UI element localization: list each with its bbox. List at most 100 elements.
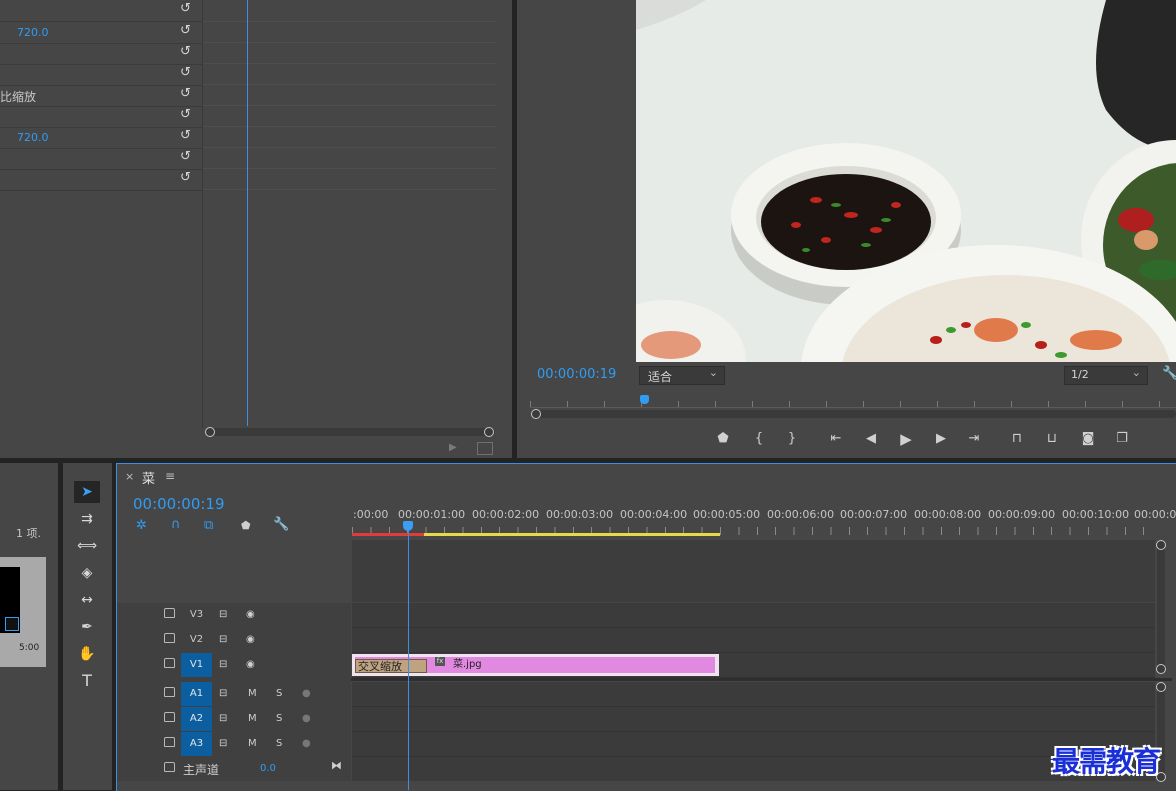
program-mini-ruler[interactable] [530, 397, 1176, 408]
effect-properties-column: ↺ 720.0 ↺ ↺ ↺ 比缩放 ↺ ↺ 720.0 ↺ ↺ ↺ [0, 0, 203, 428]
track-target-a1[interactable]: A1 [181, 682, 212, 706]
reset-icon[interactable]: ↺ [180, 86, 194, 101]
effect-playhead-line[interactable] [247, 0, 248, 426]
mute-button[interactable]: M [248, 732, 257, 756]
add-marker-icon[interactable]: ⬟ [714, 431, 732, 447]
menu-icon[interactable]: ≡ [165, 469, 175, 483]
lock-icon[interactable] [164, 712, 175, 722]
lock-icon[interactable] [164, 658, 175, 668]
razor-tool-icon[interactable]: ◈ [74, 562, 100, 584]
play-icon[interactable]: ▶ [897, 431, 915, 447]
keyframe-zoom-scrollbar[interactable] [205, 427, 495, 437]
fit-dropdown[interactable]: 适合 ⌄ [639, 366, 725, 385]
mute-button[interactable]: M [248, 707, 257, 731]
export-icon[interactable] [477, 442, 493, 455]
timeline-playhead-line[interactable] [408, 530, 409, 790]
track-lane-v3[interactable] [352, 603, 1155, 628]
ripple-edit-tool-icon[interactable]: ⟺ [74, 535, 100, 557]
sync-lock-icon[interactable]: ⊟ [219, 653, 227, 677]
go-to-end-icon[interactable]: ⧓ [331, 759, 342, 772]
reset-icon[interactable]: ↺ [180, 170, 194, 185]
sync-lock-icon[interactable]: ⊟ [219, 732, 227, 756]
step-forward-icon[interactable]: ▶ [932, 431, 950, 447]
resolution-dropdown[interactable]: 1/2 ⌄ [1064, 366, 1148, 385]
solo-button[interactable]: S [276, 707, 282, 731]
eye-icon[interactable]: ◉ [246, 653, 255, 677]
reset-icon[interactable]: ↺ [180, 1, 194, 16]
solo-button[interactable]: S [276, 682, 282, 706]
play-audio-icon[interactable]: ▶ [449, 442, 463, 453]
track-select-tool-icon[interactable]: ⇉ [74, 508, 100, 530]
scroll-handle-left[interactable] [531, 409, 541, 419]
effect-value[interactable]: 720.0 [17, 131, 49, 144]
reset-icon[interactable]: ↺ [180, 44, 194, 59]
wrench-icon[interactable]: 🔧 [273, 517, 289, 532]
lock-icon[interactable] [164, 687, 175, 697]
scroll-handle-left[interactable] [205, 427, 215, 437]
lock-icon[interactable] [164, 762, 175, 772]
master-volume-value[interactable]: 0.0 [260, 763, 276, 774]
microphone-icon[interactable]: ● [302, 707, 311, 731]
lock-icon[interactable] [164, 737, 175, 747]
track-lane-a3[interactable] [352, 732, 1155, 757]
lock-icon[interactable] [164, 633, 175, 643]
video-scrollbar[interactable] [1156, 540, 1166, 674]
solo-button[interactable]: S [276, 732, 282, 756]
wrench-icon[interactable]: 🔧 [1162, 366, 1176, 382]
transition-cross-zoom[interactable]: 交叉缩放 [355, 659, 427, 673]
scroll-handle-right[interactable] [484, 427, 494, 437]
type-tool-icon[interactable]: T [74, 670, 100, 692]
timeline-timecode[interactable]: 00:00:00:19 [133, 495, 225, 513]
insert-edit-icon[interactable]: ⧉ [204, 518, 213, 533]
program-timecode[interactable]: 00:00:00:19 [537, 367, 616, 382]
track-lane-a1[interactable] [352, 682, 1155, 707]
lock-icon[interactable] [164, 608, 175, 618]
track-lane-v2[interactable] [352, 628, 1155, 653]
add-marker-icon[interactable]: ⬟ [241, 519, 251, 532]
hand-tool-icon[interactable]: ✋ [74, 643, 100, 665]
slip-tool-icon[interactable]: ↔ [74, 589, 100, 611]
project-thumbnail[interactable]: 5:00 [0, 557, 46, 667]
reset-icon[interactable]: ↺ [180, 128, 194, 143]
step-back-icon[interactable]: ◀ [862, 431, 880, 447]
reset-icon[interactable]: ↺ [180, 65, 194, 80]
timeline-playhead-handle[interactable] [403, 521, 413, 531]
program-playhead[interactable] [640, 395, 649, 404]
reset-icon[interactable]: ↺ [180, 23, 194, 38]
go-to-out-icon[interactable]: ⇥ [965, 431, 983, 447]
effect-value[interactable]: 720.0 [17, 26, 49, 39]
track-target-v2[interactable]: V2 [181, 628, 212, 652]
close-icon[interactable]: × [125, 470, 134, 483]
track-target-v1[interactable]: V1 [181, 653, 212, 677]
sync-lock-icon[interactable]: ⊟ [219, 603, 227, 627]
program-zoom-bar[interactable] [531, 409, 1176, 419]
ruler-label: 00:00:04:00 [620, 508, 688, 521]
mute-button[interactable]: M [248, 682, 257, 706]
linked-selection-icon[interactable]: ∩ [171, 517, 181, 532]
pen-tool-icon[interactable]: ✒ [74, 616, 100, 638]
eye-icon[interactable]: ◉ [246, 603, 255, 627]
mark-out-icon[interactable]: } [783, 431, 801, 447]
camera-icon[interactable]: ◙ [1079, 431, 1097, 447]
track-target-a2[interactable]: A2 [181, 707, 212, 731]
track-target-a3[interactable]: A3 [181, 732, 212, 756]
compare-view-icon[interactable]: ❐ [1113, 431, 1131, 447]
selection-tool-icon[interactable]: ➤ [74, 481, 100, 503]
ruler-label: 00:00:09:00 [988, 508, 1056, 521]
sync-lock-icon[interactable]: ⊟ [219, 682, 227, 706]
go-to-in-icon[interactable]: ⇤ [827, 431, 845, 447]
reset-icon[interactable]: ↺ [180, 149, 194, 164]
extract-icon[interactable]: ⊔ [1043, 431, 1061, 447]
sequence-tab[interactable]: 菜 [142, 468, 155, 487]
snap-icon[interactable]: ✲ [136, 518, 147, 533]
sync-lock-icon[interactable]: ⊟ [219, 707, 227, 731]
sync-lock-icon[interactable]: ⊟ [219, 628, 227, 652]
track-target-v3[interactable]: V3 [181, 603, 212, 627]
eye-icon[interactable]: ◉ [246, 628, 255, 652]
reset-icon[interactable]: ↺ [180, 107, 194, 122]
mark-in-icon[interactable]: { [750, 431, 768, 447]
track-lane-a2[interactable] [352, 707, 1155, 732]
microphone-icon[interactable]: ● [302, 732, 311, 756]
lift-icon[interactable]: ⊓ [1008, 431, 1026, 447]
microphone-icon[interactable]: ● [302, 682, 311, 706]
